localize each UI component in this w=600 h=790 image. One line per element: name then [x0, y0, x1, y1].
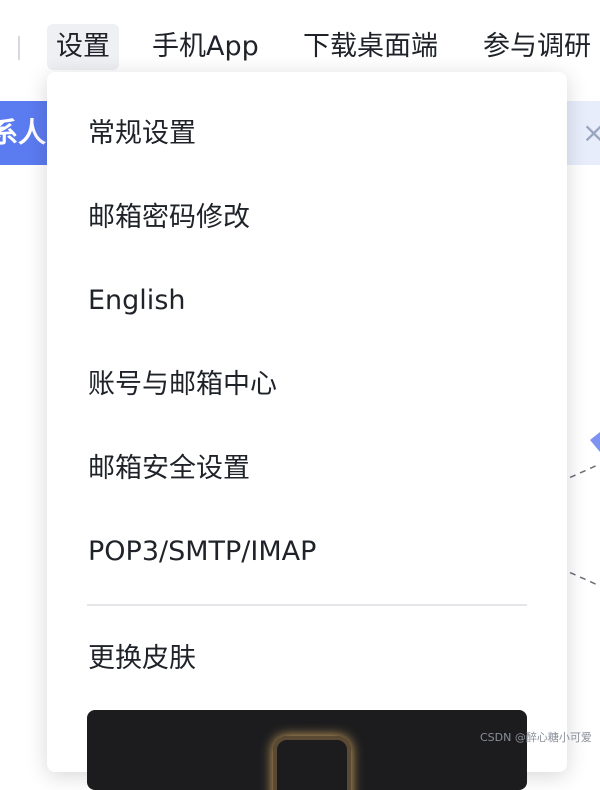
watermark: CSDN @醉心糖小可爱: [480, 731, 592, 744]
nav-divider: [18, 36, 20, 60]
nav-mobile-app[interactable]: 手机App: [152, 24, 259, 70]
nav-survey[interactable]: 参与调研: [483, 24, 591, 70]
menu-item-account-center[interactable]: 账号与邮箱中心: [88, 363, 277, 407]
nav-settings[interactable]: 设置: [47, 24, 119, 70]
nav-download-desktop[interactable]: 下载桌面端: [303, 24, 438, 70]
menu-item-security-settings[interactable]: 邮箱安全设置: [88, 447, 250, 491]
menu-item-general-settings[interactable]: 常规设置: [88, 112, 196, 156]
close-icon[interactable]: ×: [582, 115, 600, 151]
menu-item-change-skin[interactable]: 更换皮肤: [88, 637, 196, 681]
menu-item-pop3-smtp-imap[interactable]: POP3/SMTP/IMAP: [88, 530, 316, 574]
skin-preview-thumbnail[interactable]: [87, 710, 527, 790]
skin-preview-glow: [273, 736, 351, 790]
menu-item-english[interactable]: English: [88, 279, 186, 323]
menu-divider: [87, 604, 527, 606]
settings-dropdown: 常规设置 邮箱密码修改 English 账号与邮箱中心 邮箱安全设置 POP3/…: [47, 72, 567, 790]
menu-item-change-password[interactable]: 邮箱密码修改: [88, 196, 250, 240]
